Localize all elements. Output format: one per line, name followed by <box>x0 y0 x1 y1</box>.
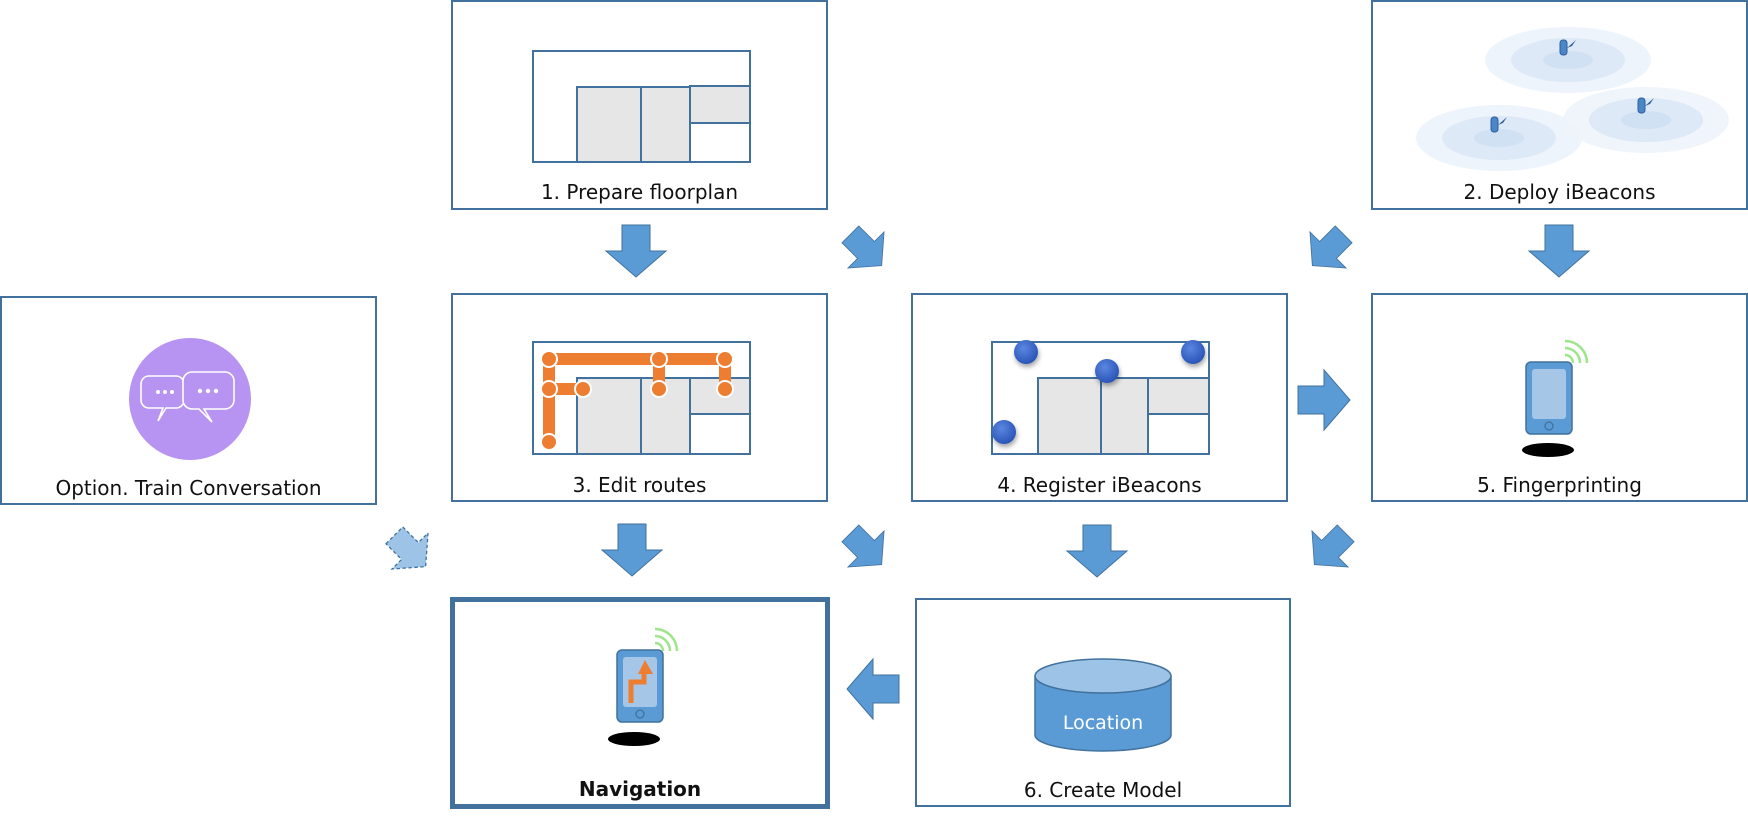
arrow-down-icon <box>1528 224 1590 278</box>
arrow-diagonal-icon <box>831 514 901 584</box>
arrow-optional-icon <box>375 516 445 586</box>
arrow-down-icon <box>1066 524 1128 578</box>
arrow-diagonal-icon <box>831 215 901 285</box>
arrow-down-icon <box>605 224 667 278</box>
arrow-down-icon <box>601 523 663 577</box>
flow-arrows <box>375 215 1590 720</box>
arrow-diagonal-icon <box>1295 514 1365 584</box>
arrow-right-icon <box>1297 369 1351 431</box>
arrow-diagonal-icon <box>1293 215 1363 285</box>
arrow-left-icon <box>846 658 900 720</box>
